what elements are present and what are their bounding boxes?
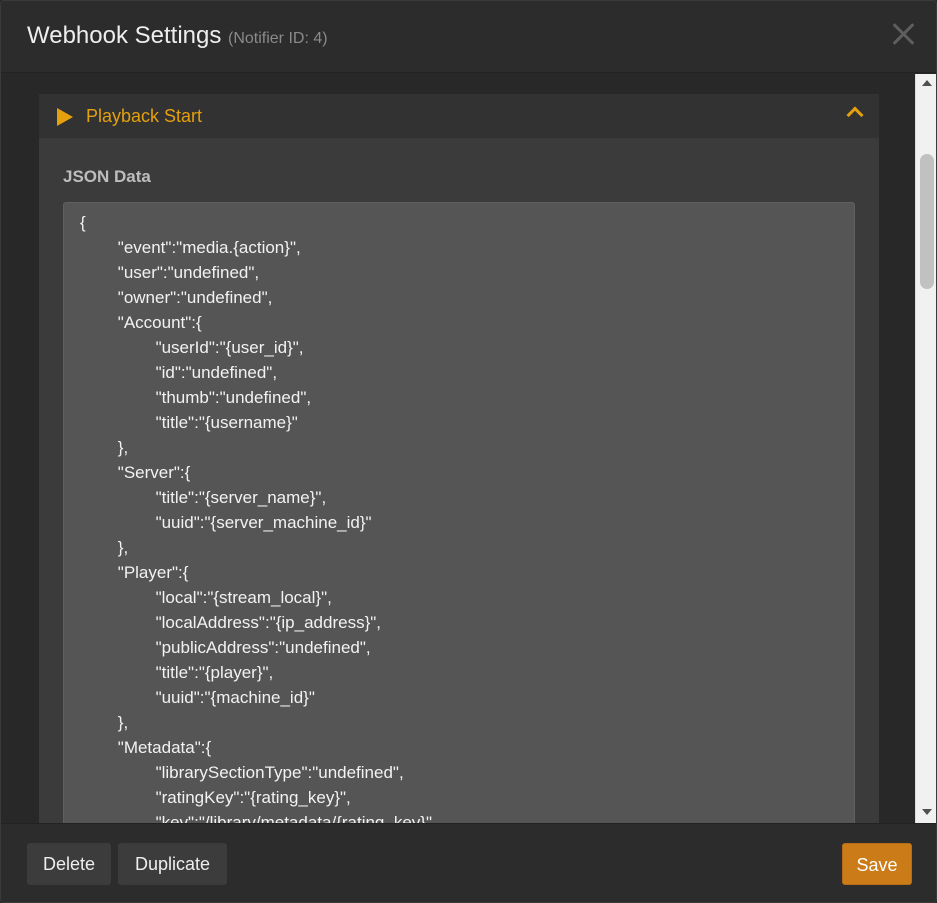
chevron-up-icon[interactable] (846, 106, 864, 124)
json-line: }, (80, 713, 129, 732)
notifier-id-label: (Notifier ID: 4) (228, 30, 328, 47)
json-line: "Server":{ (80, 463, 191, 482)
close-icon[interactable] (890, 21, 916, 47)
panel-header-playback-start[interactable]: Playback Start (39, 94, 879, 138)
panel-title: Playback Start (86, 106, 203, 126)
json-line: "title":"{username}" (80, 413, 298, 432)
modal-footer: Delete Duplicate Save (1, 823, 936, 902)
scroll-down-arrow-icon[interactable] (922, 809, 932, 815)
json-line: }, (80, 438, 129, 457)
trigger-panel: Playback Start JSON Data { "event":"medi… (39, 94, 879, 823)
json-line: "librarySectionType":"undefined", (80, 763, 404, 782)
json-line: "thumb":"undefined", (80, 388, 312, 407)
webhook-settings-modal: Webhook Settings (Notifier ID: 4) Playba… (0, 0, 937, 903)
delete-button[interactable]: Delete (27, 843, 111, 885)
play-icon (57, 108, 73, 126)
json-line: "Player":{ (80, 563, 189, 582)
json-line: { (80, 213, 86, 232)
json-line: "event":"media.{action}", (80, 238, 301, 257)
json-line: "localAddress":"{ip_address}", (80, 613, 382, 632)
json-line: "user":"undefined", (80, 263, 260, 282)
json-line: "userId":"{user_id}", (80, 338, 304, 357)
duplicate-button[interactable]: Duplicate (118, 843, 227, 885)
scroll-thumb[interactable] (920, 154, 934, 289)
json-line: "id":"undefined", (80, 363, 278, 382)
scrollbar[interactable] (915, 74, 936, 823)
save-button[interactable]: Save (842, 843, 912, 885)
json-line: "uuid":"{machine_id}" (80, 688, 315, 707)
json-line: "publicAddress":"undefined", (80, 638, 371, 657)
modal-body: Playback Start JSON Data { "event":"medi… (1, 74, 936, 823)
json-data-label: JSON Data (63, 167, 151, 186)
json-line: "Metadata":{ (80, 738, 212, 757)
json-line: "uuid":"{server_machine_id}" (80, 513, 372, 532)
json-line: "owner":"undefined", (80, 288, 273, 307)
json-line: "local":"{stream_local}", (80, 588, 332, 607)
json-line: "title":"{player}", (80, 663, 274, 682)
scroll-up-arrow-icon[interactable] (922, 80, 932, 86)
modal-header: Webhook Settings (Notifier ID: 4) (1, 1, 936, 73)
json-data-textarea[interactable]: { "event":"media.{action}", "user":"unde… (63, 202, 855, 823)
json-line: "key":"/library/metadata/{rating_key}", (80, 813, 437, 823)
json-line: "Account":{ (80, 313, 202, 332)
json-line: "ratingKey":"{rating_key}", (80, 788, 351, 807)
json-line: }, (80, 538, 129, 557)
modal-title: Webhook Settings (27, 22, 222, 49)
json-line: "title":"{server_name}", (80, 488, 327, 507)
